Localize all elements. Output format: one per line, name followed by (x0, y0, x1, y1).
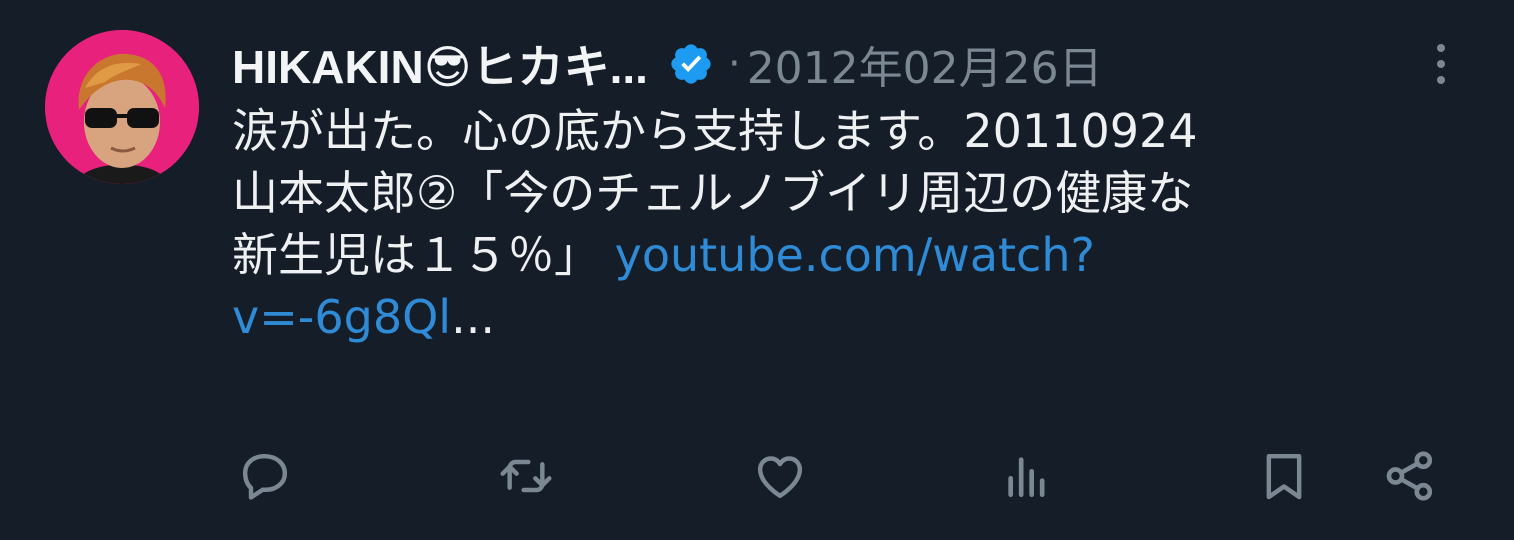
tweet-text-segment: 新生児は１５％」 (232, 228, 615, 282)
tweet-date[interactable]: 2012年02月26日 (747, 32, 1103, 96)
share-icon (1386, 451, 1433, 501)
like-button[interactable] (750, 440, 810, 512)
heart-icon (757, 456, 803, 499)
views-button[interactable] (997, 440, 1057, 512)
tweet-text-line: v=-6g8Ql... (232, 286, 1492, 348)
bookmark-button[interactable] (1254, 440, 1314, 512)
tweet-header: HIKAKIN😎ヒカキ... · 2012年02月26日 (232, 28, 1103, 100)
separator-dot: · (727, 41, 741, 87)
link-ellipsis: ... (451, 290, 495, 344)
avatar-image (45, 30, 199, 184)
tweet-card[interactable]: HIKAKIN😎ヒカキ... · 2012年02月26日 涙が出た。心の底から支… (0, 0, 1514, 540)
action-bar (0, 440, 1514, 520)
tweet-text-line: 新生児は１５％」 youtube.com/watch? (232, 224, 1492, 286)
avatar[interactable] (45, 30, 199, 184)
reply-button[interactable] (235, 440, 295, 512)
verified-badge-icon (668, 41, 714, 87)
analytics-icon (1008, 457, 1045, 497)
retweet-icon (500, 459, 552, 493)
share-button[interactable] (1380, 440, 1440, 512)
more-vertical-icon[interactable] (1426, 40, 1456, 88)
retweet-button[interactable] (496, 440, 556, 512)
tweet-text-line: 山本太郎②「今のチェルノブイリ周辺の健康な (232, 166, 1194, 220)
reply-icon (242, 453, 288, 500)
author-display-name[interactable]: HIKAKIN😎ヒカキ... (232, 31, 648, 97)
bookmark-icon (1266, 453, 1302, 500)
tweet-body: 涙が出た。心の底から支持します。20110924 山本太郎②「今のチェルノブイリ… (232, 100, 1492, 348)
tweet-text-line: 涙が出た。心の底から支持します。20110924 (232, 104, 1198, 158)
youtube-link-continued[interactable]: v=-6g8Ql (232, 290, 451, 344)
youtube-link[interactable]: youtube.com/watch? (615, 228, 1095, 282)
